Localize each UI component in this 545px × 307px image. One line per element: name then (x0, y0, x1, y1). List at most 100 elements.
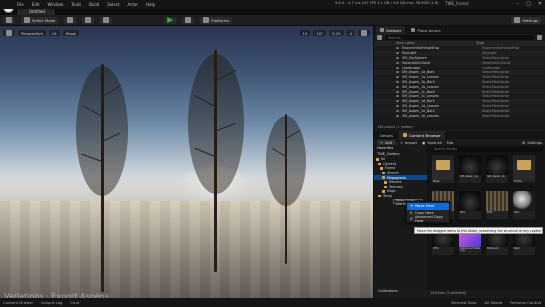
eye-icon[interactable] (396, 104, 399, 107)
folder-icon (378, 162, 381, 166)
menu-select[interactable]: Select (107, 2, 119, 7)
move-here-label: Move Here (415, 204, 435, 209)
asset-label: SM_Aspen_1a (460, 175, 478, 178)
settings-label: Settings (522, 17, 538, 23)
asset-label: Meta (433, 180, 440, 183)
asset-tile[interactable]: Dfm (486, 191, 508, 219)
eye-icon[interactable] (396, 95, 399, 98)
scale-snap-button[interactable]: 0.25 (329, 30, 344, 36)
outliner-search-input[interactable]: Search... (385, 35, 534, 40)
folder-label: Content (383, 161, 397, 166)
eye-icon[interactable] (396, 80, 399, 83)
close-icon[interactable]: ✕ (538, 1, 542, 7)
asset-label: Dfm (487, 211, 493, 214)
eye-icon[interactable] (396, 90, 399, 93)
eye-icon[interactable] (396, 61, 399, 64)
asset-count: 14 items (1 selected) (430, 291, 467, 295)
menu-build[interactable]: Build (89, 2, 99, 7)
asset-tile[interactable]: Dfm (459, 191, 481, 219)
settings-button[interactable]: Settings (511, 16, 541, 24)
asset-tile[interactable]: SM_Aspen_1a (459, 155, 481, 183)
asset-label: SM_Aspen_1b (487, 175, 505, 178)
actor-type: StaticMeshActor (482, 55, 510, 60)
options-icon (185, 17, 192, 23)
advanced-copy-label: Advanced Copy Here (414, 215, 443, 224)
actor-name: SM_Aspen_1e_Leaves (402, 113, 439, 118)
menu-actor[interactable]: Actor (127, 2, 138, 7)
filter-icon[interactable] (377, 35, 382, 40)
eye-icon[interactable] (396, 56, 399, 59)
drop-context-menu: ➜ Move Here ⎘ Copy Here ⎘ Advanced Copy Her… (406, 201, 450, 223)
tooltip: Move the dragged items to this folder, p… (414, 227, 543, 234)
level-viewport[interactable]: Perspective Lit Show 10 10° 0.25 4 (0, 26, 373, 298)
show-button[interactable]: Show (62, 30, 79, 36)
platforms-dropdown[interactable]: Platforms (200, 16, 233, 24)
tab-details[interactable]: Details (376, 131, 397, 139)
tab-outliner[interactable]: Outliner (376, 26, 406, 34)
menu-file[interactable]: File (17, 2, 24, 7)
perspective-button[interactable]: Perspective (18, 30, 46, 36)
perspective-label: Perspective (21, 30, 43, 36)
select-mode-dropdown[interactable]: Select Mode (21, 16, 59, 24)
maximize-viewport-button[interactable] (358, 30, 370, 36)
derived-data-button[interactable]: Derived Data (451, 300, 476, 305)
col-type[interactable]: Type (476, 41, 484, 46)
menu-item-advanced-copy-here[interactable]: ⎘ Advanced Copy Here (407, 215, 449, 224)
eye-icon[interactable] (396, 52, 399, 55)
eye-icon[interactable] (396, 114, 399, 117)
eye-icon[interactable] (396, 66, 399, 69)
asset-tile[interactable]: SM_Aspen_1b (486, 155, 508, 183)
minimize-icon[interactable]: – (517, 1, 520, 7)
maximize-icon[interactable]: □ (526, 1, 531, 7)
cmd-input[interactable]: Cmd (70, 300, 79, 305)
collections-header[interactable]: Collections (378, 289, 398, 293)
menu-help[interactable]: Help (146, 2, 155, 7)
menu-tools[interactable]: Tools (71, 2, 81, 7)
cinematics-button[interactable] (100, 16, 113, 24)
lit-button[interactable]: Lit (49, 30, 60, 36)
blueprint-icon (85, 17, 92, 23)
eye-icon[interactable] (396, 100, 399, 103)
angle-snap-button[interactable]: 10° (313, 30, 327, 36)
eye-icon[interactable] (396, 76, 399, 79)
grid-snap-button[interactable]: 10 (299, 30, 311, 36)
folder-thumbnail-icon (513, 160, 535, 180)
eye-icon[interactable] (396, 47, 399, 50)
tab-content-browser[interactable]: Content Browser (399, 131, 445, 139)
output-log-button[interactable]: Output Log (41, 300, 62, 305)
viewport-options-button[interactable] (3, 30, 15, 36)
outliner-settings-icon[interactable] (537, 35, 542, 40)
asset-search-input[interactable]: Search Folder (431, 147, 542, 152)
actor-name: SM_Aspen_1a_Leaves (402, 75, 439, 80)
blueprint-button[interactable] (82, 16, 95, 24)
actor-type: StaticMeshActor (482, 113, 510, 118)
eye-icon[interactable] (396, 85, 399, 88)
asset-thumbnail (486, 155, 508, 175)
revision-control-button[interactable]: Revision Control (510, 300, 541, 305)
asset-tile[interactable]: Folder (513, 155, 535, 183)
menu-window[interactable]: Window (47, 2, 63, 7)
all-saved-button[interactable]: All Saved (485, 300, 503, 305)
save-button[interactable] (3, 16, 15, 24)
content-drawer-button[interactable]: Content Drawer (3, 300, 33, 305)
distant-mountains (0, 174, 373, 204)
folder-icon (378, 194, 381, 198)
eye-icon[interactable] (396, 109, 399, 112)
outliner-list[interactable]: ExponentialHeightFog ExponentialHeightFog… (374, 46, 545, 124)
asset-tile[interactable]: Meta (432, 155, 454, 183)
folder-icon (384, 185, 387, 189)
play-options-button[interactable] (182, 16, 195, 24)
play-button[interactable] (164, 16, 177, 24)
actor-type: StaticMeshActor (482, 103, 510, 108)
menu-edit[interactable]: Edit (32, 2, 40, 7)
eye-icon[interactable] (396, 71, 399, 74)
hamburger-icon (6, 30, 12, 36)
asset-label: Unlikened Cells Tga (460, 247, 480, 253)
right-panel: Outliner Place Actors Search... Item Lab… (374, 26, 545, 298)
tab-place-actors[interactable]: Place Actors (407, 26, 444, 34)
col-item-label[interactable]: Item Label (378, 41, 476, 46)
outliner-row[interactable]: SM_Aspen_1e_Leaves StaticMeshActor (374, 113, 545, 118)
add-actor-button[interactable] (64, 16, 77, 24)
camera-speed-button[interactable]: 4 (346, 30, 355, 36)
asset-tile[interactable]: Dfm (513, 191, 535, 219)
